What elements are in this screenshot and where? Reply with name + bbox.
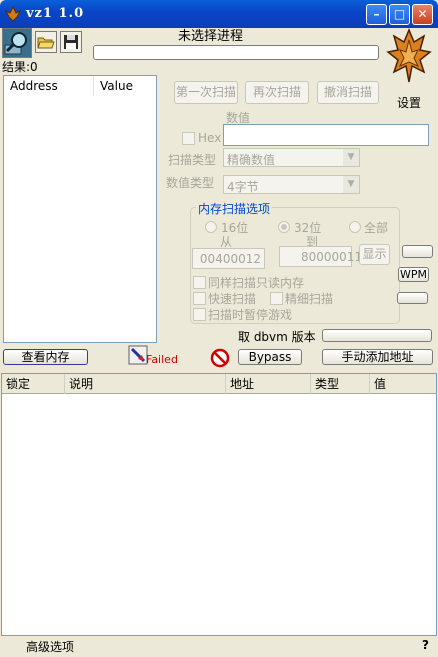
value-type-value: 4字节 <box>227 180 259 194</box>
stop-icon[interactable] <box>210 348 230 368</box>
hex-checkbox[interactable] <box>182 132 195 145</box>
side-button-2[interactable] <box>397 292 428 304</box>
bypass-button[interactable]: Bypass <box>238 349 302 365</box>
close-button[interactable]: ✕ <box>412 4 433 25</box>
select-process-button[interactable] <box>2 28 32 58</box>
fine-scan-label: 精细扫描 <box>285 292 334 306</box>
found-address-list[interactable]: Address Value <box>3 75 157 343</box>
next-scan-button[interactable]: 再次扫描 <box>245 81 309 104</box>
app-icon <box>4 5 22 22</box>
fast-scan-label: 快速扫描 <box>208 292 257 306</box>
scan-type-value: 精确数值 <box>227 153 276 167</box>
dbvm-button[interactable] <box>322 329 432 342</box>
undo-scan-button[interactable]: 撤消扫描 <box>317 81 379 104</box>
open-file-button[interactable] <box>35 31 57 53</box>
view-memory-button[interactable]: 查看内存 <box>3 349 88 365</box>
process-label: 未选择进程 <box>178 29 244 44</box>
readonly-checkbox[interactable] <box>193 276 206 289</box>
value-type-select[interactable]: 4字节 ▼ <box>223 175 360 194</box>
folder-open-icon <box>37 37 55 49</box>
stop-address-value: 80000011 <box>301 250 363 264</box>
show-button[interactable]: 显示 <box>359 244 390 265</box>
column-description[interactable]: 说明 <box>65 374 226 394</box>
hex-label: Hex <box>198 131 222 145</box>
help-button[interactable]: ? <box>422 638 429 652</box>
start-address-input[interactable]: 00400012 <box>192 248 265 269</box>
memory-options-title: 内存扫描选项 <box>196 200 273 217</box>
scan-progress-bar <box>93 45 379 60</box>
scan-type-select[interactable]: 精确数值 ▼ <box>223 148 360 167</box>
settings-label[interactable]: 设置 <box>397 94 421 111</box>
cheat-engine-logo-icon[interactable] <box>386 28 432 86</box>
value-type-label: 数值类型 <box>166 176 215 190</box>
stop-address-input[interactable]: 80000011 <box>279 246 362 267</box>
address-table-header: 锁定 说明 地址 类型 值 <box>2 374 436 394</box>
radio-all[interactable] <box>349 221 361 233</box>
results-count: 结果:0 <box>2 60 38 74</box>
column-address[interactable]: 地址 <box>226 374 311 394</box>
fine-scan-checkbox[interactable] <box>270 292 283 305</box>
side-button-1[interactable] <box>402 245 433 258</box>
start-address-value: 00400012 <box>199 252 261 266</box>
chevron-down-icon: ▼ <box>343 149 359 166</box>
address-table[interactable]: 锁定 说明 地址 类型 值 <box>1 373 437 636</box>
radio-dot <box>281 224 287 230</box>
maximize-button[interactable]: □ <box>389 4 410 25</box>
pause-game-label: 扫描时暂停游戏 <box>208 308 293 322</box>
save-button[interactable] <box>60 31 82 53</box>
pause-game-checkbox[interactable] <box>193 308 206 321</box>
list-header: Address Value <box>4 76 156 96</box>
radio-32bit[interactable] <box>278 221 290 233</box>
column-value[interactable]: Value <box>96 76 154 96</box>
column-lock[interactable]: 锁定 <box>2 374 65 394</box>
window-title: vz1 1.0 <box>26 6 85 21</box>
chevron-down-icon: ▼ <box>343 176 359 193</box>
dbvm-version-label: 取 dbvm 版本 <box>238 330 316 344</box>
floppy-disk-icon <box>64 35 78 49</box>
value-input[interactable] <box>223 124 429 146</box>
first-scan-button[interactable]: 第一次扫描 <box>174 81 238 104</box>
driver-failed-label: Failed <box>146 353 178 366</box>
column-address[interactable]: Address <box>6 76 94 96</box>
minimize-button[interactable]: – <box>366 4 387 25</box>
magnifier-computer-icon <box>4 32 27 55</box>
fast-scan-checkbox[interactable] <box>193 292 206 305</box>
add-address-button[interactable]: 手动添加地址 <box>322 349 433 365</box>
radio-all-label: 全部 <box>364 221 389 235</box>
radio-16bit[interactable] <box>205 221 217 233</box>
wpm-button[interactable]: WPM <box>398 267 429 282</box>
readonly-label: 同样扫描只读内存 <box>208 276 305 290</box>
driver-status-icon <box>128 345 148 365</box>
scan-type-label: 扫描类型 <box>168 153 217 167</box>
advanced-options-button[interactable]: 高级选项 <box>26 638 74 655</box>
column-type[interactable]: 类型 <box>311 374 370 394</box>
title-bar: vz1 1.0 – □ ✕ <box>0 0 438 28</box>
column-value[interactable]: 值 <box>370 374 436 394</box>
